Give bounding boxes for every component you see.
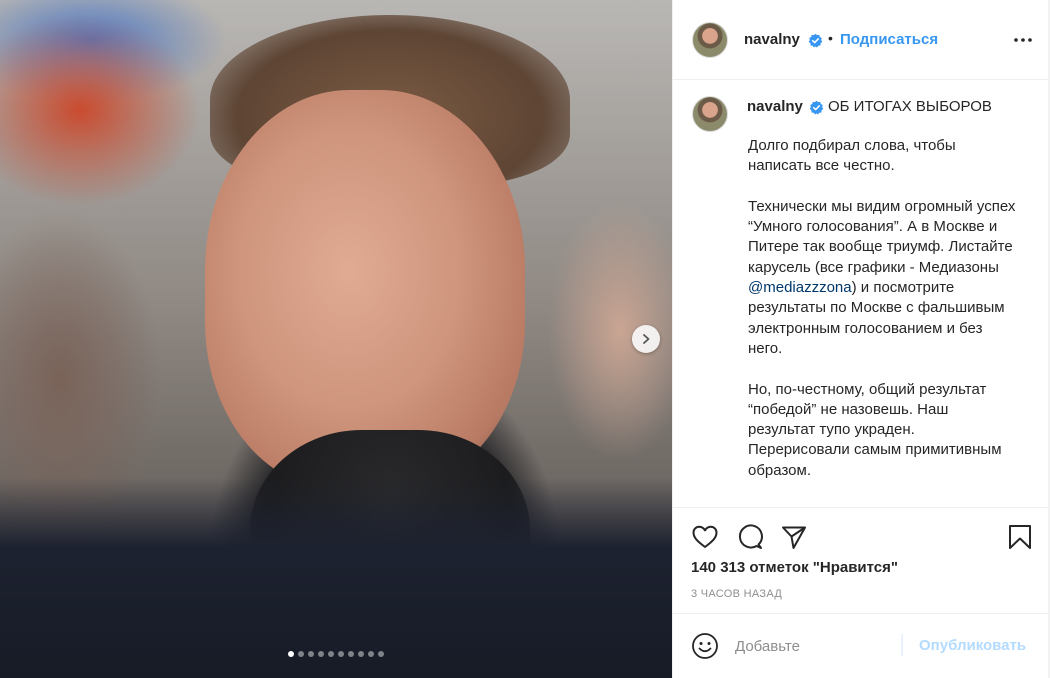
likes-count[interactable]: 140 313 отметок "Нравится" — [691, 559, 898, 576]
carousel-dot — [328, 651, 334, 657]
verified-badge-icon — [808, 33, 823, 48]
caption-text-segment: Технически мы видим огромный успех “Умно… — [748, 197, 1016, 276]
publish-button[interactable]: Опубликовать — [919, 637, 1026, 654]
paper-plane-icon[interactable] — [780, 523, 808, 551]
caption-text: Долго подбирал слова, чтобы написать все… — [748, 136, 1018, 501]
carousel-dot — [358, 651, 364, 657]
carousel-indicator — [0, 651, 672, 657]
carousel-dot — [338, 651, 344, 657]
author-avatar[interactable] — [692, 22, 728, 58]
bookmark-icon[interactable] — [1006, 523, 1034, 551]
smiley-icon[interactable] — [691, 632, 719, 660]
chevron-right-icon — [643, 334, 650, 344]
post-timestamp[interactable]: 3 ЧАСОВ НАЗАД — [691, 588, 782, 600]
carousel-dot — [308, 651, 314, 657]
comment-input[interactable] — [735, 632, 911, 660]
header-separator: • — [828, 30, 833, 46]
follow-button[interactable]: Подписаться — [840, 31, 938, 48]
carousel-dot — [368, 651, 374, 657]
caption-author-username[interactable]: navalny — [747, 98, 803, 115]
heart-icon[interactable] — [691, 523, 719, 551]
comment-bubble-icon[interactable] — [736, 523, 764, 551]
caption-paragraph: Но, по-честному, общий результат “победо… — [748, 380, 1002, 479]
post-side-panel: navalny • Подписаться navalny ОБ ИТОГАХ … — [672, 0, 1049, 678]
verified-badge-icon — [809, 100, 824, 115]
photo-coat-shape — [0, 478, 672, 678]
carousel-dot — [298, 651, 304, 657]
mention-link[interactable]: @mediazzzona — [748, 279, 852, 296]
more-options-icon[interactable] — [1011, 30, 1035, 50]
caption-paragraph: Долго подбирал слова, чтобы написать все… — [748, 137, 956, 175]
post-actions: 140 313 отметок "Нравится" 3 ЧАСОВ НАЗАД — [673, 507, 1049, 613]
carousel-dot — [378, 651, 384, 657]
caption-paragraph: Технически мы видим огромный успех “Умно… — [748, 197, 1018, 359]
carousel-dot — [348, 651, 354, 657]
caption-author-avatar[interactable] — [692, 96, 728, 132]
carousel-next-button[interactable] — [632, 325, 660, 353]
add-comment-bar: Опубликовать — [673, 613, 1049, 678]
post-header: navalny • Подписаться — [673, 0, 1049, 80]
caption-title: ОБ ИТОГАХ ВЫБОРОВ — [828, 98, 992, 115]
carousel-dot — [318, 651, 324, 657]
author-username[interactable]: navalny — [744, 31, 800, 48]
carousel-dot — [288, 651, 294, 657]
input-divider — [901, 634, 903, 656]
caption-section: navalny ОБ ИТОГАХ ВЫБОРОВ Долго подбирал… — [673, 81, 1049, 507]
post-photo[interactable] — [0, 0, 672, 678]
